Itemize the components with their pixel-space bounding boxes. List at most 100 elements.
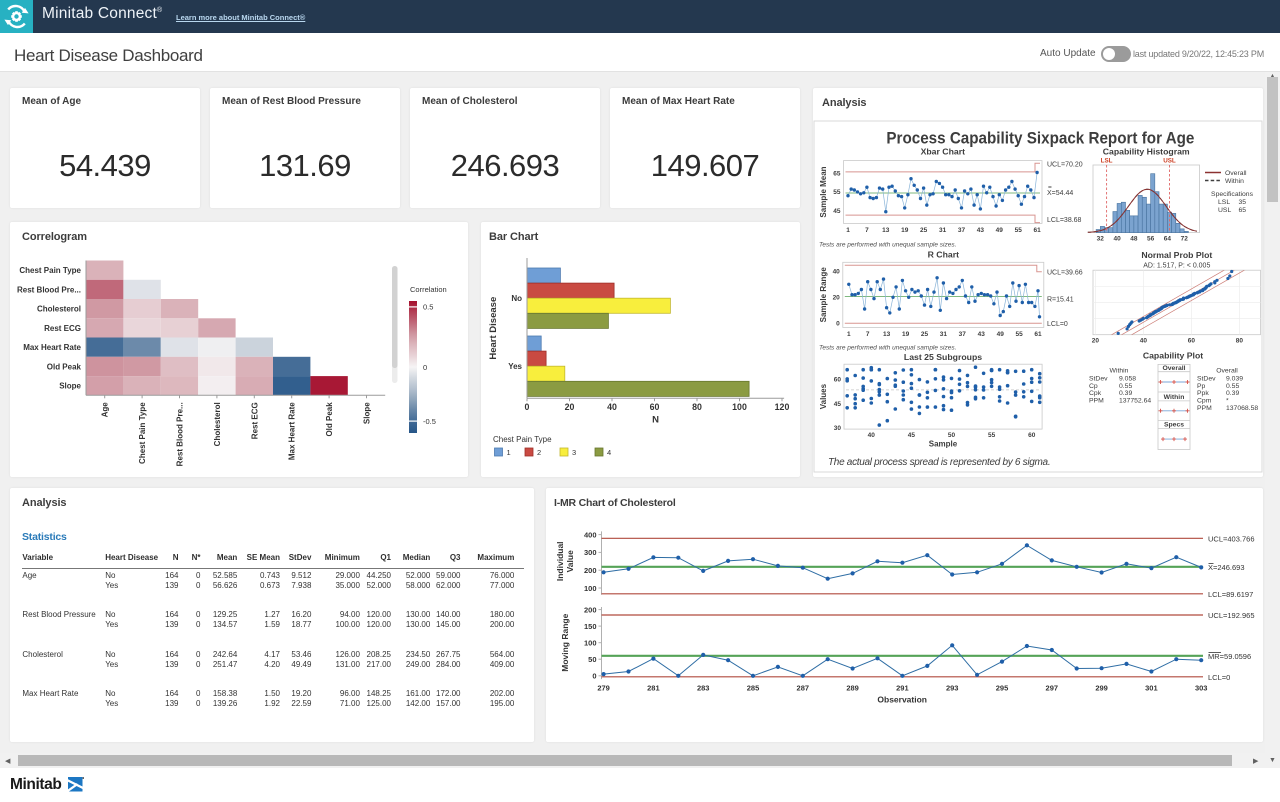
- svg-text:285: 285: [747, 684, 760, 693]
- svg-text:Chest Pain Type: Chest Pain Type: [19, 266, 81, 275]
- svg-text:60: 60: [1188, 338, 1196, 345]
- svg-text:30: 30: [834, 425, 842, 432]
- svg-text:1: 1: [847, 331, 851, 338]
- svg-text:Max Heart Rate: Max Heart Rate: [288, 402, 297, 460]
- svg-text:Cpm: Cpm: [1197, 398, 1212, 405]
- svg-text:297: 297: [1046, 684, 1059, 693]
- svg-text:55: 55: [988, 432, 996, 439]
- svg-text:80: 80: [1236, 338, 1244, 345]
- svg-text:Sample Mean: Sample Mean: [819, 166, 828, 217]
- svg-text:49: 49: [996, 227, 1004, 234]
- svg-text:287: 287: [797, 684, 810, 693]
- svg-text:40: 40: [833, 269, 841, 276]
- svg-text:0: 0: [592, 672, 596, 681]
- svg-text:35: 35: [1238, 199, 1246, 206]
- svg-text:0: 0: [423, 363, 427, 372]
- svg-text:13: 13: [882, 227, 890, 234]
- svg-text:200: 200: [584, 605, 597, 614]
- svg-text:Rest Blood Pre...: Rest Blood Pre...: [176, 402, 185, 466]
- svg-text:Rest ECG: Rest ECG: [44, 324, 81, 333]
- svg-text:40: 40: [1113, 236, 1121, 243]
- svg-text:Values: Values: [819, 383, 828, 409]
- svg-text:400: 400: [584, 530, 597, 539]
- svg-text:LCL=89.6197: LCL=89.6197: [1208, 590, 1253, 599]
- svg-text:1: 1: [507, 448, 511, 457]
- svg-text:137068.58: 137068.58: [1226, 405, 1258, 412]
- svg-text:9.058: 9.058: [1119, 376, 1136, 383]
- svg-text:Rest Blood Pre...: Rest Blood Pre...: [17, 285, 81, 294]
- svg-text:100: 100: [584, 584, 597, 593]
- svg-text:LSL: LSL: [1218, 199, 1230, 206]
- svg-text:LCL=0: LCL=0: [1208, 673, 1230, 682]
- svg-text:LCL=0: LCL=0: [1047, 321, 1068, 328]
- svg-text:Ppk: Ppk: [1197, 390, 1209, 397]
- svg-text:Specifications: Specifications: [1211, 191, 1254, 198]
- svg-text:X=54.44: X=54.44: [1047, 190, 1073, 197]
- svg-text:49: 49: [997, 331, 1005, 338]
- svg-text:293: 293: [946, 684, 959, 693]
- svg-text:137752.64: 137752.64: [1119, 398, 1151, 405]
- svg-text:Yes: Yes: [508, 362, 522, 371]
- svg-text:UCL=70.20: UCL=70.20: [1047, 161, 1083, 168]
- svg-text:56: 56: [1147, 236, 1155, 243]
- svg-text:43: 43: [977, 227, 985, 234]
- svg-text:Sample Range: Sample Range: [819, 267, 828, 323]
- svg-text:Capability Plot: Capability Plot: [1143, 351, 1203, 361]
- svg-text:0.5: 0.5: [423, 303, 433, 312]
- svg-text:PPM: PPM: [1089, 398, 1104, 405]
- svg-text:LCL=38.68: LCL=38.68: [1047, 217, 1082, 224]
- svg-text:200: 200: [584, 566, 597, 575]
- svg-text:Rest ECG: Rest ECG: [250, 402, 259, 439]
- svg-text:Tests are performed with unequ: Tests are performed with unequal sample …: [819, 242, 957, 249]
- svg-text:291: 291: [896, 684, 909, 693]
- svg-text:13: 13: [883, 331, 891, 338]
- svg-text:45: 45: [834, 401, 842, 408]
- svg-text:USL: USL: [1218, 207, 1231, 214]
- svg-text:303: 303: [1195, 684, 1208, 693]
- svg-text:Individual: Individual: [555, 541, 565, 581]
- svg-text:Within: Within: [1110, 368, 1129, 375]
- svg-text:StDev: StDev: [1089, 376, 1108, 383]
- svg-text:100: 100: [584, 639, 597, 648]
- svg-text:Age: Age: [101, 402, 110, 418]
- svg-text:I-MR Chart of Cholesterol: I-MR Chart of Cholesterol: [554, 497, 676, 509]
- svg-text:-0.5: -0.5: [423, 417, 436, 426]
- svg-text:289: 289: [846, 684, 859, 693]
- svg-text:50: 50: [948, 432, 956, 439]
- svg-text:Cholesterol: Cholesterol: [37, 305, 81, 314]
- svg-text:37: 37: [958, 227, 966, 234]
- svg-text:40: 40: [607, 402, 617, 412]
- svg-text:Last 25 Subgroups: Last 25 Subgroups: [904, 352, 982, 362]
- svg-text:USL: USL: [1163, 158, 1176, 165]
- svg-text:R=15.41: R=15.41: [1047, 297, 1074, 304]
- svg-text:0.39: 0.39: [1119, 390, 1132, 397]
- svg-text:7: 7: [866, 331, 870, 338]
- svg-text:Old Peak: Old Peak: [325, 402, 334, 437]
- svg-text:60: 60: [834, 377, 842, 384]
- svg-text:283: 283: [697, 684, 710, 693]
- svg-text:No: No: [511, 294, 522, 303]
- svg-text:UCL=39.66: UCL=39.66: [1047, 270, 1083, 277]
- svg-text:7: 7: [865, 227, 869, 234]
- svg-text:0.55: 0.55: [1226, 383, 1239, 390]
- svg-text:37: 37: [959, 331, 967, 338]
- svg-text:295: 295: [996, 684, 1009, 693]
- svg-text:The actual process spread is r: The actual process spread is represented…: [828, 457, 1050, 468]
- svg-text:60: 60: [1028, 432, 1036, 439]
- svg-text:25: 25: [921, 331, 929, 338]
- svg-text:45: 45: [833, 208, 841, 215]
- svg-text:Pp: Pp: [1197, 383, 1206, 390]
- svg-text:Old Peak: Old Peak: [47, 362, 82, 371]
- svg-text:80: 80: [692, 402, 702, 412]
- svg-text:0.55: 0.55: [1119, 383, 1132, 390]
- svg-text:120: 120: [775, 402, 790, 412]
- svg-text:150: 150: [584, 622, 597, 631]
- svg-text:20: 20: [1092, 338, 1100, 345]
- svg-text:Observation: Observation: [877, 695, 927, 705]
- svg-text:UCL=192.965: UCL=192.965: [1208, 611, 1255, 620]
- svg-text:45: 45: [908, 432, 916, 439]
- svg-text:48: 48: [1130, 236, 1138, 243]
- svg-text:Overall: Overall: [1225, 170, 1247, 177]
- svg-text:Heart Disease: Heart Disease: [488, 297, 499, 360]
- svg-text:Chest Pain Type: Chest Pain Type: [138, 402, 147, 464]
